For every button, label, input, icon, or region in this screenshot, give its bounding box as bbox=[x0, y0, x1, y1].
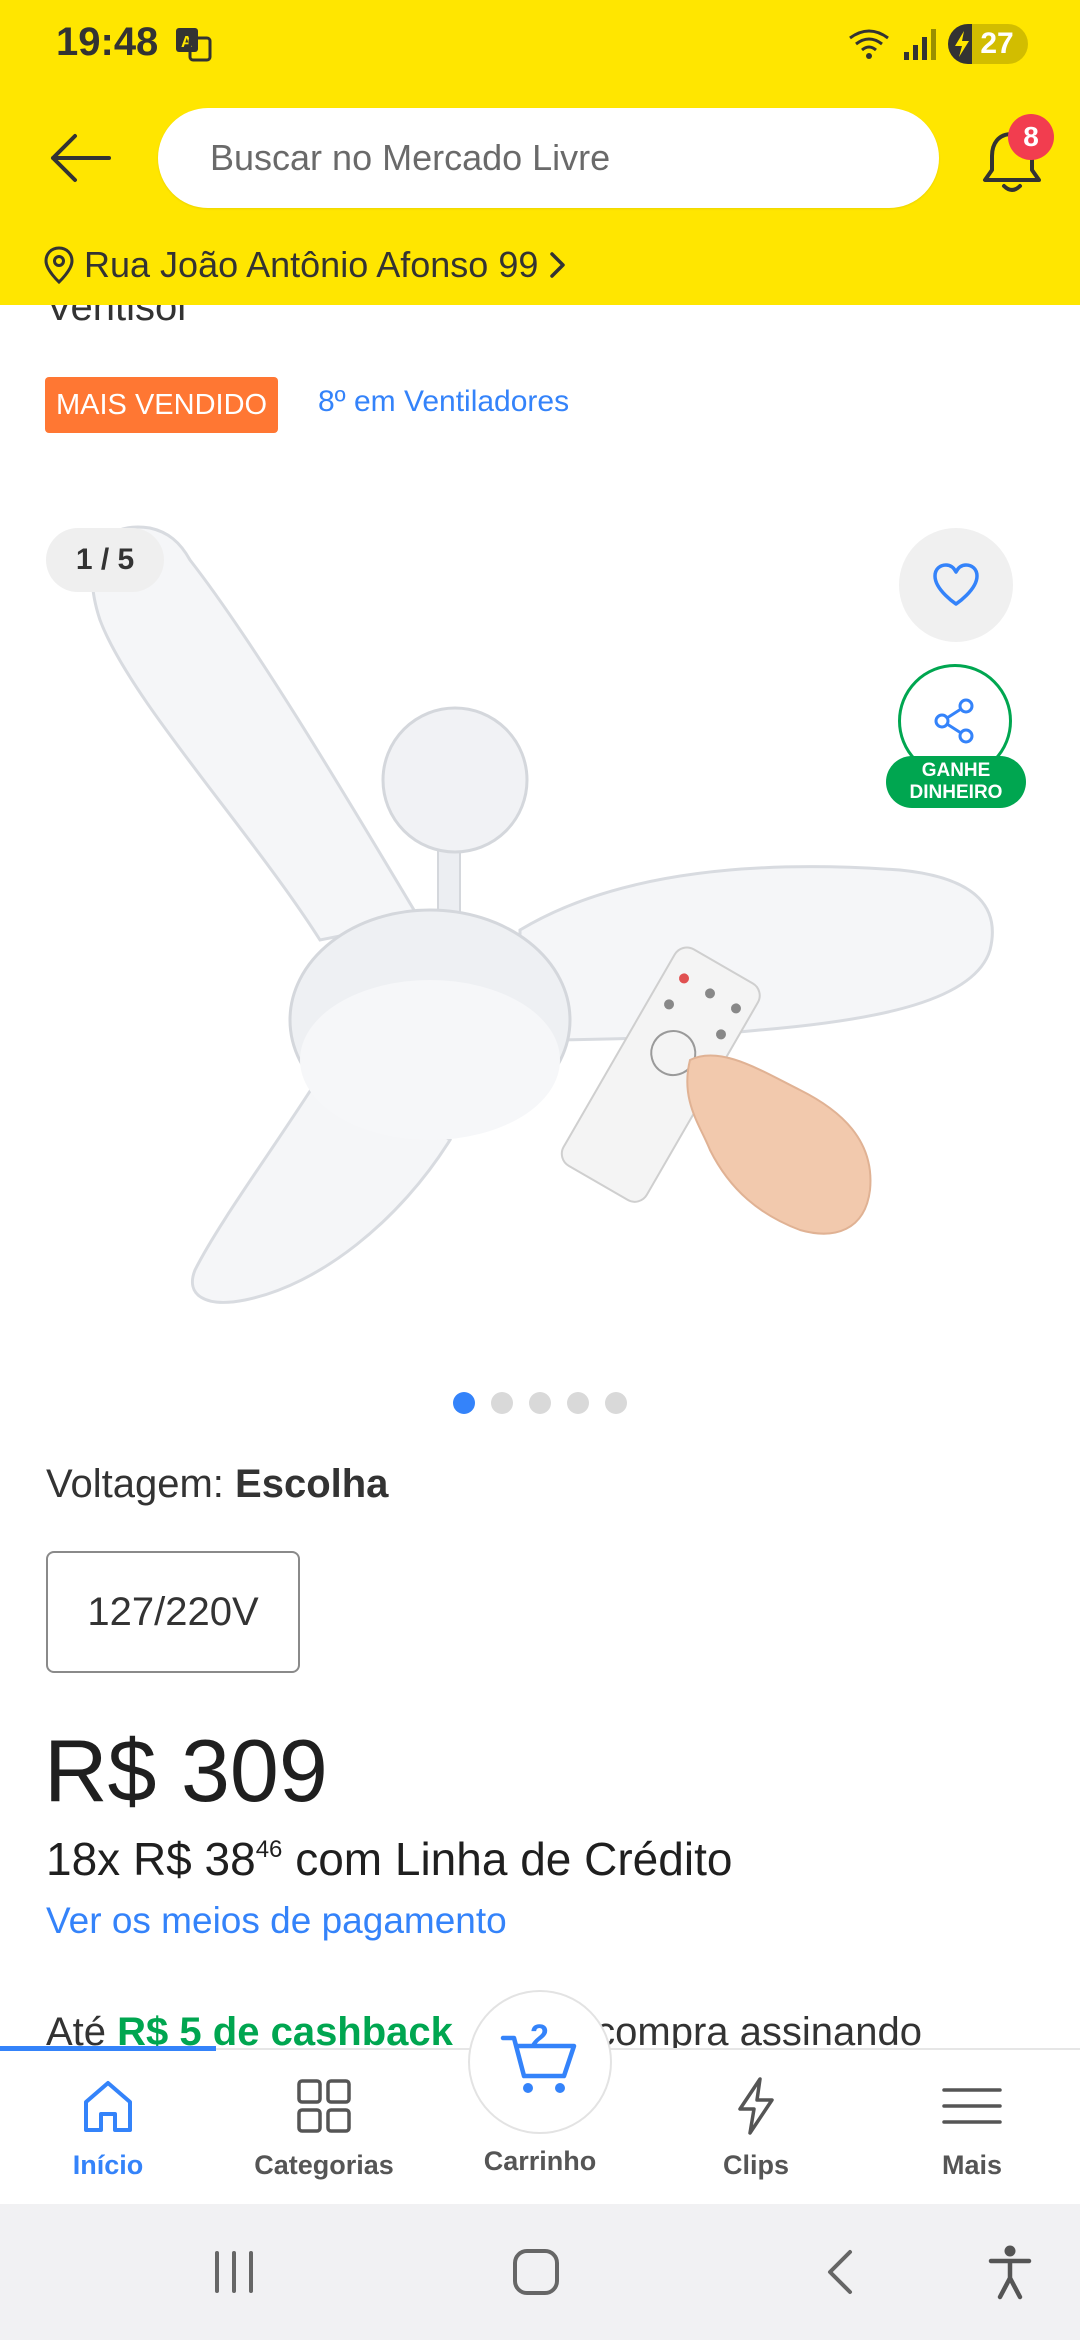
status-icons: 27 bbox=[846, 22, 1028, 66]
signal-icon bbox=[904, 29, 936, 60]
earn-money-label[interactable]: GANHE DINHEIRO bbox=[886, 756, 1026, 808]
installments-suffix: com Linha de Crédito bbox=[295, 1833, 733, 1885]
back-button[interactable] bbox=[40, 122, 120, 194]
recent-apps-icon bbox=[215, 2251, 253, 2293]
delivery-address[interactable]: Rua João Antônio Afonso 99 bbox=[44, 240, 568, 290]
best-seller-badge: MAIS VENDIDO bbox=[45, 377, 279, 433]
nav-item-cart[interactable]: 2 bbox=[468, 1990, 612, 2134]
gallery-pagination bbox=[0, 1392, 1080, 1414]
arrow-left-icon bbox=[51, 134, 111, 182]
app-header: 19:48 A 27 Buscar no Mercado Livre 8 Rua… bbox=[0, 0, 1080, 305]
recent-apps-button[interactable] bbox=[204, 2242, 264, 2302]
location-pin-icon bbox=[44, 246, 74, 284]
voltage-option[interactable]: 127/220V bbox=[46, 1551, 300, 1673]
chevron-right-icon bbox=[550, 252, 566, 278]
status-time: 19:48 bbox=[56, 20, 159, 64]
accessibility-button[interactable] bbox=[980, 2242, 1040, 2302]
home-icon bbox=[84, 2081, 132, 2132]
earn-money-line1: GANHE bbox=[921, 760, 991, 781]
status-bar: 19:48 A 27 bbox=[0, 0, 1080, 88]
installments-prefix: 18x R$ 38 bbox=[46, 1833, 256, 1885]
installments-cents: 46 bbox=[255, 1836, 283, 1863]
nav-label-cart[interactable]: Carrinho bbox=[468, 2146, 612, 2177]
image-counter: 1 / 5 bbox=[46, 528, 164, 592]
payment-methods-link[interactable]: Ver os meios de pagamento bbox=[46, 1900, 507, 1942]
nav-label-categories: Categorias bbox=[254, 2150, 394, 2180]
share-icon bbox=[934, 698, 974, 744]
pagination-dot[interactable] bbox=[529, 1392, 551, 1414]
chevron-left-icon bbox=[828, 2250, 852, 2294]
nav-label-more: Mais bbox=[941, 2150, 1003, 2180]
ranking-link[interactable]: 8º em Ventiladores bbox=[318, 385, 569, 419]
menu-icon bbox=[942, 2088, 1002, 2124]
wifi-icon bbox=[849, 29, 889, 59]
pagination-dot[interactable] bbox=[453, 1392, 475, 1414]
translate-app-icon: A bbox=[176, 28, 212, 62]
search-input[interactable] bbox=[158, 108, 939, 208]
favorite-button[interactable] bbox=[899, 528, 1013, 642]
home-square-icon bbox=[513, 2249, 559, 2295]
home-system-button[interactable] bbox=[506, 2242, 566, 2302]
lightning-icon bbox=[738, 2077, 774, 2135]
ceiling-fan-image bbox=[90, 525, 994, 1304]
nav-item-categories[interactable]: Categorias bbox=[216, 2074, 432, 2181]
nav-item-home[interactable]: Início bbox=[0, 2074, 216, 2181]
charging-icon bbox=[955, 31, 969, 57]
voltage-label-text: Voltagem: bbox=[46, 1462, 224, 1506]
installments-info: 18x R$ 3846 com Linha de Crédito bbox=[46, 1832, 732, 1886]
back-system-button[interactable] bbox=[810, 2242, 870, 2302]
notifications-badge: 8 bbox=[1008, 114, 1054, 160]
cart-count-badge: 2 bbox=[530, 2018, 549, 2056]
product-price: R$ 309 bbox=[44, 1721, 328, 1820]
system-navigation-bar bbox=[0, 2204, 1080, 2340]
earn-money-line2: DINHEIRO bbox=[909, 782, 1003, 803]
voltage-selected-value: Escolha bbox=[235, 1462, 389, 1506]
battery-indicator: 27 bbox=[948, 24, 1028, 64]
voltage-label: Voltagem: Escolha bbox=[46, 1462, 388, 1507]
nav-item-clips[interactable]: Clips bbox=[648, 2074, 864, 2181]
product-image-gallery[interactable] bbox=[0, 500, 1080, 1360]
address-text: Rua João Antônio Afonso 99 bbox=[84, 244, 539, 285]
grid-icon bbox=[297, 2079, 351, 2133]
nav-item-more[interactable]: Mais bbox=[864, 2074, 1080, 2181]
heart-icon bbox=[933, 563, 979, 606]
pagination-dot[interactable] bbox=[491, 1392, 513, 1414]
battery-level: 27 bbox=[980, 27, 1014, 60]
search-box[interactable] bbox=[158, 108, 939, 208]
pagination-dot[interactable] bbox=[567, 1392, 589, 1414]
accessibility-icon bbox=[988, 2245, 1032, 2300]
active-tab-indicator bbox=[0, 2046, 216, 2051]
pagination-dot[interactable] bbox=[605, 1392, 627, 1414]
nav-label-home: Início bbox=[72, 2150, 144, 2180]
nav-label-clips: Clips bbox=[722, 2150, 789, 2180]
